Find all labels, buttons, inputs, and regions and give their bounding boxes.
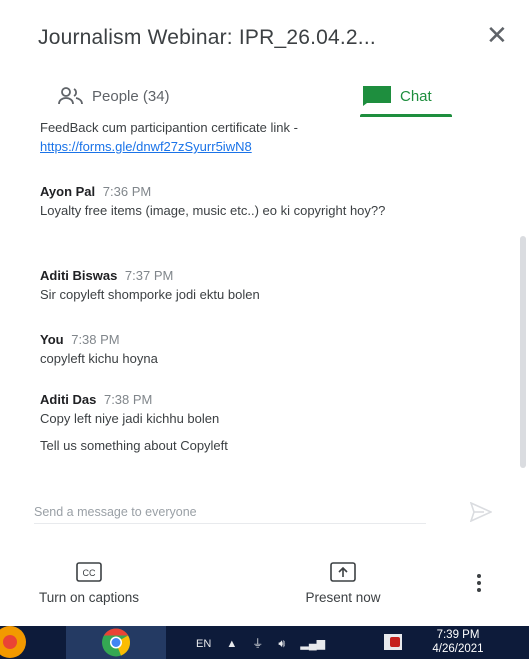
message-text: Tell us something about Copyleft xyxy=(40,438,228,453)
message-text: Sir copyleft shomporke jodi ektu bolen xyxy=(40,287,260,302)
message-item: Ayon Pal 7:36 PM Loyalty free items (ima… xyxy=(40,182,480,220)
message-item: Aditi Biswas 7:37 PM Sir copyleft shompo… xyxy=(40,266,480,304)
signal-icon[interactable]: ▂▄▆ xyxy=(300,638,325,650)
tab-chat[interactable]: Chat xyxy=(362,74,432,118)
people-icon xyxy=(58,87,83,105)
close-icon[interactable]: ✕ xyxy=(486,22,508,48)
tab-people[interactable]: People (34) xyxy=(58,74,170,118)
chat-icon xyxy=(363,86,391,106)
tab-people-label: People (34) xyxy=(92,87,170,105)
message-time: 7:38 PM xyxy=(103,392,153,407)
message-text: copyleft kichu hoyna xyxy=(40,351,158,366)
message-sender: Ayon Pal xyxy=(40,184,96,199)
system-tray: EN ▲ ⏚ 🔊︎ ▂▄▆ xyxy=(196,635,337,651)
certificate-link[interactable]: https://forms.gle/dnwf27zSyurr5iwN8 xyxy=(40,139,252,154)
svg-text:CC: CC xyxy=(83,568,96,578)
tray-chevron-icon[interactable]: ▲ xyxy=(226,638,237,650)
clock-time: 7:39 PM xyxy=(436,629,480,641)
present-label: Present now xyxy=(305,590,381,605)
message-item: Aditi Das 7:38 PM Copy left niye jadi ki… xyxy=(40,390,480,455)
message-text: FeedBack cum participantion certificate … xyxy=(40,120,298,135)
power-plug-icon[interactable]: ⏚ xyxy=(252,638,263,650)
message-sender: Aditi Biswas xyxy=(40,268,118,283)
clock-date: 4/26/2021 xyxy=(432,643,484,655)
tab-chat-label: Chat xyxy=(400,87,432,105)
language-indicator[interactable]: EN xyxy=(196,638,211,650)
message-sender: Aditi Das xyxy=(40,392,97,407)
message-composer xyxy=(0,490,529,538)
captions-label: Turn on captions xyxy=(38,590,140,605)
active-tab-indicator xyxy=(360,114,452,117)
message-input[interactable] xyxy=(34,500,426,524)
message-sender: You xyxy=(40,332,64,347)
panel-tabs: People (34) Chat xyxy=(0,74,529,118)
message-time: 7:37 PM xyxy=(124,268,174,283)
present-screen-icon xyxy=(330,562,356,582)
taskbar-app-icon[interactable] xyxy=(0,626,52,659)
notification-flag-icon[interactable] xyxy=(384,634,402,650)
panel-title: Journalism Webinar: IPR_26.04.2... xyxy=(38,26,376,49)
meeting-controls: CC Turn on captions Present now xyxy=(0,552,529,618)
message-text: Copy left niye jadi kichhu bolen xyxy=(40,411,220,426)
chat-message-list[interactable]: FeedBack cum participantion certificate … xyxy=(0,118,520,468)
send-icon xyxy=(469,501,493,523)
message-time: 7:38 PM xyxy=(71,332,120,347)
os-taskbar: EN ▲ ⏚ 🔊︎ ▂▄▆ 7:39 PM 4/26/2021 xyxy=(0,626,529,659)
chrome-icon xyxy=(102,628,130,657)
chat-scrollbar[interactable] xyxy=(520,236,526,468)
chat-panel-header: Journalism Webinar: IPR_26.04.2... ✕ xyxy=(0,0,529,70)
more-options-icon[interactable] xyxy=(473,574,485,596)
message-time: 7:36 PM xyxy=(102,184,152,199)
taskbar-clock[interactable]: 7:39 PM 4/26/2021 xyxy=(420,628,496,656)
volume-icon[interactable]: 🔊︎ xyxy=(278,638,285,650)
captions-button[interactable]: CC Turn on captions xyxy=(14,552,164,605)
present-now-button[interactable]: Present now xyxy=(278,552,408,605)
message-item: FeedBack cum participantion certificate … xyxy=(40,118,480,156)
taskbar-chrome-button[interactable] xyxy=(66,626,166,659)
closed-captions-icon: CC xyxy=(76,562,102,582)
message-text: Loyalty free items (image, music etc..) … xyxy=(40,203,386,218)
message-item: You 7:38 PM copyleft kichu hoyna xyxy=(40,330,480,368)
send-button[interactable] xyxy=(469,501,493,527)
